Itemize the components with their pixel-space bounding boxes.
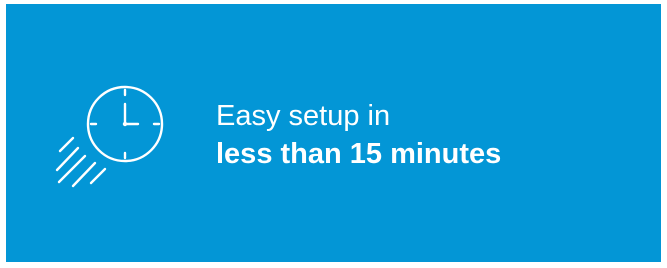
headline-line-2: less than 15 minutes: [216, 138, 502, 170]
fast-clock-icon: [55, 85, 164, 188]
headline-line-1: Easy setup in: [216, 100, 391, 132]
setup-banner: Easy setup in less than 15 minutes: [6, 4, 661, 262]
setup-headline: Easy setup in less than 15 minutes: [216, 97, 501, 173]
